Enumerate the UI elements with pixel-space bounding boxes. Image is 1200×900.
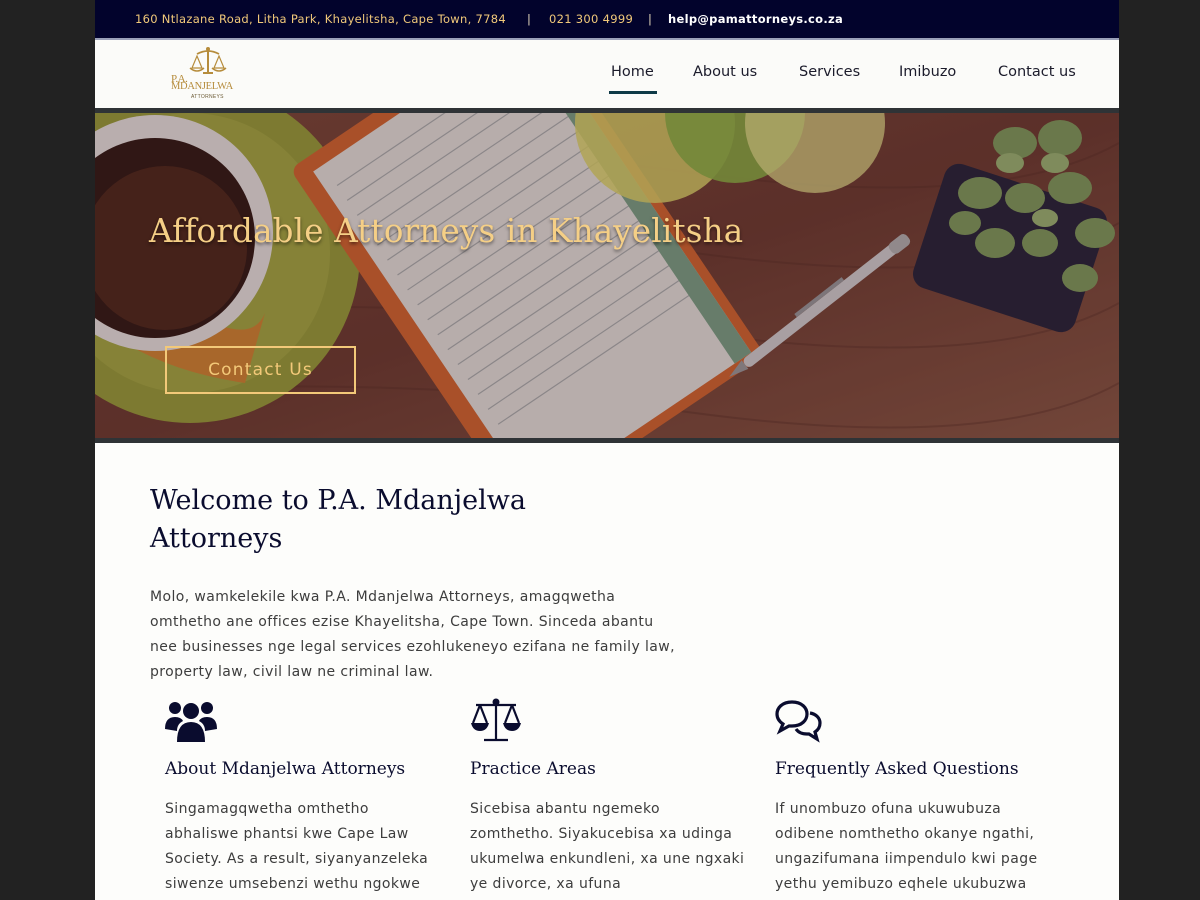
- feature-title: Practice Areas: [470, 759, 596, 779]
- site-header: P.A. MDANJELWA ATTORNEYS Home About us S…: [95, 40, 1119, 113]
- top-contact-bar: 160 Ntlazane Road, Litha Park, Khayelits…: [95, 0, 1119, 40]
- address-text: 160 Ntlazane Road, Litha Park, Khayelits…: [135, 12, 506, 26]
- email-link[interactable]: help@pamattorneys.co.za: [668, 12, 843, 26]
- phone-link[interactable]: 021 300 4999: [549, 12, 633, 26]
- logo-subtitle: ATTORNEYS: [191, 94, 224, 100]
- feature-text: Sicebisa abantu ngemeko zomthetho. Siyak…: [470, 801, 745, 892]
- divider: [95, 438, 1119, 443]
- feature-title: About Mdanjelwa Attorneys: [165, 759, 406, 779]
- separator: |: [648, 12, 653, 26]
- logo-name: MDANJELWA: [171, 81, 233, 92]
- nav-contact-us[interactable]: Contact us: [998, 64, 1076, 80]
- hero-banner: Affordable Attorneys in Khayelitsha Cont…: [95, 113, 1119, 438]
- page: 160 Ntlazane Road, Litha Park, Khayelits…: [95, 0, 1119, 900]
- nav-imibuzo[interactable]: Imibuzo: [899, 64, 956, 80]
- contact-us-button[interactable]: Contact Us: [165, 346, 356, 394]
- users-icon: [165, 702, 217, 742]
- chat-bubbles-icon: [775, 700, 822, 743]
- scales-icon: [471, 698, 521, 742]
- hero-title: Affordable Attorneys in Khayelitsha: [149, 212, 744, 250]
- feature-text: If unombuzo ofuna ukuwubuza odibene nomt…: [775, 801, 1038, 892]
- feature-title: Frequently Asked Questions: [775, 759, 1019, 779]
- welcome-heading: Welcome to P.A. Mdanjelwa Attorneys: [150, 485, 526, 554]
- nav-about-us[interactable]: About us: [693, 64, 757, 80]
- welcome-text: Molo, wamkelekile kwa P.A. Mdanjelwa Att…: [150, 589, 675, 680]
- nav-home[interactable]: Home: [609, 64, 657, 94]
- feature-text: Singamagqwetha omthetho abhaliswe phants…: [165, 801, 429, 892]
- scales-logo-icon: [189, 47, 227, 74]
- logo[interactable]: P.A. MDANJELWA ATTORNEYS: [171, 46, 245, 102]
- separator: |: [527, 12, 532, 26]
- nav-services[interactable]: Services: [799, 64, 860, 80]
